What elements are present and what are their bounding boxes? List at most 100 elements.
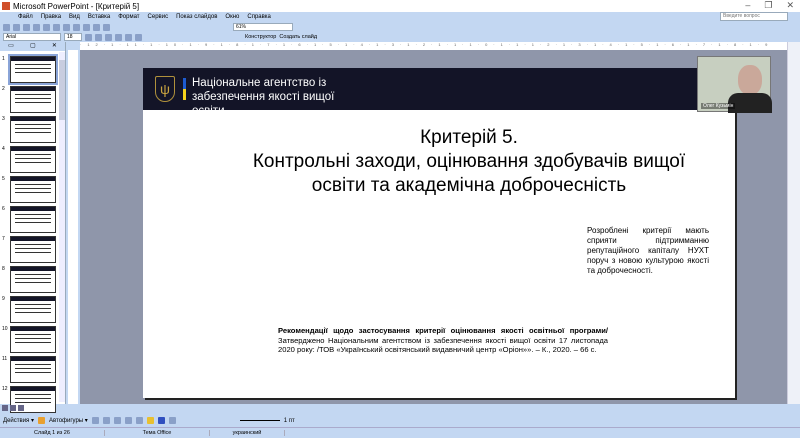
thumbnail-number: 1 — [2, 56, 5, 62]
status-bar: Слайд 1 из 26 Тема Office украинский — [0, 427, 800, 438]
line-color-icon[interactable] — [157, 417, 165, 424]
trident-emblem-icon: ψ — [155, 76, 175, 102]
thumbnail-number: 6 — [2, 206, 5, 212]
slide-thumbnail[interactable] — [10, 146, 56, 173]
powerpoint-icon — [2, 2, 10, 10]
menu-window[interactable]: Окно — [225, 14, 239, 20]
thumbnail-number: 2 — [2, 86, 5, 92]
participant-name: Олег Кузьмін — [701, 103, 736, 109]
new-slide-button[interactable]: Создать слайд — [279, 34, 317, 40]
header-band: ψ Національне агентство із забезпечення … — [143, 68, 735, 117]
cut-icon[interactable] — [43, 23, 50, 31]
thumbnail-number: 4 — [2, 146, 5, 152]
menu-tools[interactable]: Сервис — [148, 14, 169, 20]
slides-tab[interactable]: ▢ — [30, 42, 36, 51]
slide-thumbnail[interactable] — [10, 176, 56, 203]
thumbnail-number: 11 — [2, 356, 8, 362]
menu-bar: Файл Правка Вид Вставка Формат Сервис По… — [0, 12, 800, 22]
sorter-view-icon[interactable] — [10, 405, 16, 411]
close-button[interactable]: ✕ — [786, 0, 794, 11]
org-name: Національне агентство із забезпечення як… — [192, 77, 335, 117]
slide-thumbnail[interactable] — [10, 86, 56, 113]
slide-thumbnail[interactable] — [10, 236, 56, 263]
slide-thumbnail[interactable] — [10, 356, 56, 383]
close-panel-button[interactable]: ✕ — [52, 42, 57, 51]
menu-edit[interactable]: Правка — [41, 14, 61, 20]
paste-icon[interactable] — [63, 23, 70, 31]
bold-icon[interactable] — [85, 33, 92, 41]
slide-thumbnail[interactable] — [10, 266, 56, 293]
open-icon[interactable] — [13, 23, 20, 31]
menu-slideshow[interactable]: Показ слайдов — [176, 14, 217, 20]
align-left-icon[interactable] — [115, 33, 122, 41]
slide-title[interactable]: Критерій 5. Контрольні заходи, оцінюванн… — [143, 126, 735, 198]
rectangle-icon[interactable] — [113, 417, 121, 424]
table-icon[interactable] — [103, 23, 110, 31]
outline-tab[interactable]: ▭ — [8, 42, 14, 51]
slide-thumbnail[interactable] — [10, 116, 56, 143]
italic-icon[interactable] — [95, 33, 102, 41]
slide-thumbnail[interactable] — [10, 326, 56, 353]
menu-insert[interactable]: Вставка — [88, 14, 110, 20]
title-bar: Microsoft PowerPoint - [Критерій 5] – ❐ … — [0, 0, 800, 12]
horizontal-ruler: ·12·1·11·1·10·1·9·1·8·1·7·1·6·1·5·1·4·1·… — [80, 42, 787, 50]
actions-menu[interactable]: Действия ▾ — [3, 417, 34, 424]
slideshow-view-icon[interactable] — [18, 405, 24, 411]
theme-name: Тема Office — [105, 430, 210, 436]
chart-icon[interactable] — [93, 23, 100, 31]
zoom-select[interactable]: 61% — [233, 23, 293, 31]
design-button[interactable]: Конструктор — [245, 34, 276, 40]
slide-thumbnail[interactable] — [10, 296, 56, 323]
thumbnail-number: 5 — [2, 176, 5, 182]
slide-thumbnail[interactable] — [10, 206, 56, 233]
save-icon[interactable] — [23, 23, 30, 31]
fill-color-icon[interactable] — [146, 417, 154, 424]
menu-help[interactable]: Справка — [247, 14, 271, 20]
thumbnail-number: 8 — [2, 266, 5, 272]
thumbnail-number: 3 — [2, 116, 5, 122]
print-icon[interactable] — [33, 23, 40, 31]
font-size-select[interactable]: 18 — [64, 33, 82, 41]
autoshapes-menu[interactable]: Автофигуры ▾ — [49, 417, 88, 424]
slide-thumbnail[interactable] — [8, 54, 58, 85]
copy-icon[interactable] — [53, 23, 60, 31]
font-select[interactable]: Arial — [3, 33, 61, 41]
undo-icon[interactable] — [73, 23, 80, 31]
oval-icon[interactable] — [124, 417, 132, 424]
webcam-overlay: Олег Кузьмін — [697, 56, 772, 113]
restore-button[interactable]: ❐ — [764, 0, 772, 11]
side-note[interactable]: Розроблені критерії мають сприяти підтри… — [587, 226, 709, 276]
select-icon[interactable] — [37, 417, 45, 424]
slides-panel: ▭ ▢ ✕ 1 2 3 4 5 6 7 8 9 10 11 12 — [0, 42, 66, 413]
line-style-preview[interactable] — [239, 420, 280, 421]
slide: ψ Національне агентство із забезпечення … — [143, 68, 735, 398]
font-color-icon[interactable] — [168, 417, 176, 424]
redo-icon[interactable] — [83, 23, 90, 31]
menu-view[interactable]: Вид — [69, 14, 80, 20]
new-icon[interactable] — [3, 23, 10, 31]
menu-format[interactable]: Формат — [118, 14, 139, 20]
underline-icon[interactable] — [105, 33, 112, 41]
thumbnail-number: 7 — [2, 236, 5, 242]
menu-file[interactable]: Файл — [18, 14, 33, 20]
line-width-select[interactable]: 1 пт — [284, 418, 295, 424]
line-icon[interactable] — [91, 417, 99, 424]
thumbnail-number: 10 — [2, 326, 8, 332]
normal-view-icon[interactable] — [2, 405, 8, 411]
help-search-input[interactable]: Введите вопрос — [720, 12, 788, 21]
arrow-icon[interactable] — [102, 417, 110, 424]
flag-stripe — [183, 78, 186, 100]
view-buttons — [0, 405, 66, 415]
minimize-button[interactable]: – — [745, 0, 750, 11]
vertical-ruler — [68, 50, 78, 404]
editor-scrollbar[interactable] — [787, 42, 800, 404]
panel-scrollbar[interactable] — [59, 52, 65, 402]
align-center-icon[interactable] — [125, 33, 132, 41]
language: украинский — [210, 430, 285, 436]
textbox-icon[interactable] — [135, 417, 143, 424]
scroll-thumb[interactable] — [59, 60, 65, 120]
reference-text[interactable]: Рекомендації щодо застосування критерії … — [278, 326, 608, 355]
slide-counter: Слайд 1 из 26 — [0, 430, 105, 436]
window-title: Microsoft PowerPoint - [Критерій 5] — [13, 1, 140, 11]
align-right-icon[interactable] — [135, 33, 142, 41]
